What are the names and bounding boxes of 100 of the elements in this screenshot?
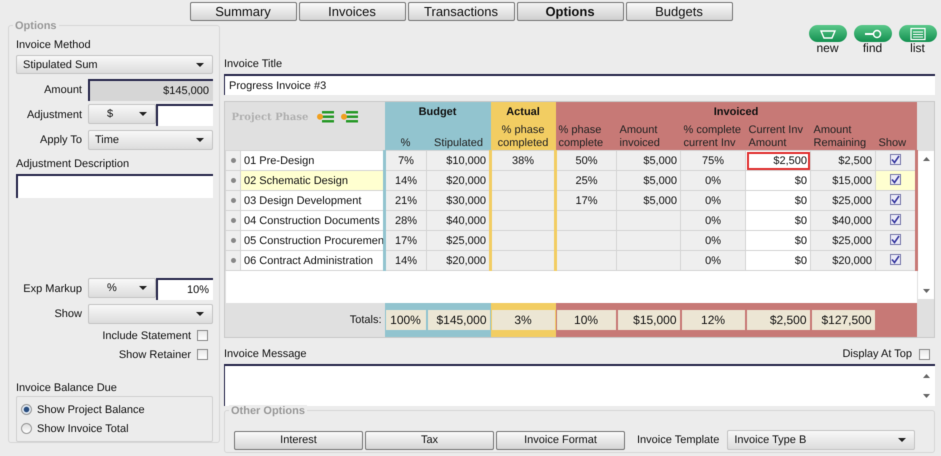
checkbox[interactable] (890, 254, 902, 265)
tab[interactable]: Transactions (408, 2, 514, 21)
table-cell[interactable]: $0 (746, 210, 811, 230)
field-label: Invoice Title (224, 58, 284, 70)
option-button[interactable]: Invoice Format (496, 430, 625, 450)
toolbar-button[interactable] (854, 25, 892, 42)
total-cell: $145,000 (428, 310, 490, 330)
bullet-icon (230, 198, 236, 204)
scroll-up-icon (923, 374, 930, 378)
checkbox[interactable] (197, 349, 208, 360)
table-cell: 04 Construction Documents (240, 210, 385, 230)
bullet-icon (230, 218, 236, 224)
toolbar-button[interactable] (898, 25, 936, 42)
checkbox[interactable] (890, 154, 902, 165)
option-button[interactable]: Interest (234, 430, 363, 450)
column-header: Amount Remaining (810, 122, 876, 150)
table-cell: 0% (680, 190, 746, 210)
dropdown[interactable]: % (88, 278, 156, 298)
table-cell: $20,000 (426, 250, 491, 270)
checkbox-label: Show Retainer (118, 348, 191, 360)
table-cell: $5,000 (616, 170, 681, 190)
table-cell[interactable]: $0 (746, 230, 811, 250)
table-cell: 0% (680, 250, 746, 270)
table-cell (616, 210, 681, 230)
caret-icon (196, 312, 204, 316)
table-cell[interactable]: $2,500 (746, 150, 811, 170)
total-cell: $127,500 (812, 310, 875, 330)
scrollbar[interactable] (918, 151, 934, 299)
checkbox-label: Display At Top (842, 348, 912, 360)
column-header: % phase completed (490, 122, 556, 150)
bullet-icon (230, 258, 236, 264)
table-cell: 25% (556, 170, 617, 190)
total-cell: $15,000 (618, 310, 680, 330)
totals-label: Totals: (350, 314, 382, 326)
group-header: Budget (384, 102, 491, 122)
toolbar-button[interactable] (808, 25, 846, 42)
table-cell (616, 250, 681, 270)
column-header: % complete current Inv (680, 122, 746, 150)
caret-icon (196, 138, 204, 142)
title-field[interactable]: Progress Invoice #3 (224, 74, 935, 95)
column-header: Current Inv Amount (746, 122, 811, 150)
field-label: Apply To (39, 134, 82, 146)
table-cell[interactable]: $0 (746, 250, 811, 270)
checkbox[interactable] (919, 348, 930, 360)
option-button[interactable]: Tax (365, 430, 494, 450)
table-cell: 7% (384, 150, 427, 170)
table-cell[interactable]: $0 (746, 190, 811, 210)
table-cell (616, 230, 681, 250)
input-field[interactable]: 10% (156, 278, 213, 300)
table-cell: 0% (680, 170, 746, 190)
tab[interactable]: Summary (190, 2, 296, 21)
tab[interactable]: Budgets (626, 2, 732, 21)
table-cell (490, 170, 556, 190)
checkbox[interactable] (890, 214, 902, 225)
table-cell: $5,000 (616, 150, 681, 170)
column-header: % (384, 122, 427, 150)
checkbox[interactable] (890, 194, 902, 205)
field-label: Invoice Template (637, 434, 720, 446)
table-cell (490, 230, 556, 250)
message-field[interactable] (224, 364, 935, 406)
table-cell: 17% (384, 230, 427, 250)
column-header: Amount invoiced (616, 122, 681, 150)
tab[interactable]: Options (516, 2, 624, 21)
caret-icon (196, 62, 204, 66)
table-cell: 01 Pre-Design (240, 150, 385, 170)
group-title: Other Options (229, 405, 307, 417)
radio-button[interactable] (21, 423, 32, 434)
column-header: % phase complete (556, 122, 617, 150)
checkbox-label: Include Statement (102, 330, 191, 342)
dropdown[interactable]: Stipulated Sum (16, 55, 213, 74)
radio-label: Show Invoice Total (37, 422, 129, 434)
toolbar-label: list (910, 42, 925, 55)
radio-button[interactable] (21, 404, 32, 415)
table-cell[interactable]: $0 (746, 170, 811, 190)
table-cell: 21% (384, 190, 427, 210)
input-field[interactable] (156, 104, 213, 126)
table-cell (490, 210, 556, 230)
table-cell: 28% (384, 210, 427, 230)
dropdown[interactable]: Time (88, 130, 213, 150)
caret-icon (139, 286, 147, 290)
column-header: Stipulated (426, 122, 491, 150)
caret-icon (898, 438, 906, 442)
table-cell: $20,000 (810, 250, 876, 270)
scroll-up-icon (922, 157, 930, 161)
dropdown[interactable]: $ (88, 104, 156, 124)
checkbox[interactable] (890, 174, 902, 185)
field-label: Exp Markup (22, 283, 82, 295)
table-cell: 03 Design Development (240, 190, 385, 210)
field-label: Invoice Message (224, 348, 307, 360)
checkbox[interactable] (890, 234, 902, 245)
total-cell: $2,500 (746, 310, 810, 330)
bullet-icon (230, 158, 236, 164)
table-cell: $15,000 (810, 170, 876, 190)
tab[interactable]: Invoices (298, 2, 406, 21)
input-field[interactable] (16, 174, 213, 198)
group-title: Options (13, 20, 59, 32)
table-cell: $25,000 (810, 190, 876, 210)
dropdown[interactable]: Invoice Type B (727, 430, 916, 450)
table-cell: 06 Contract Administration (240, 250, 385, 270)
checkbox[interactable] (197, 330, 208, 341)
